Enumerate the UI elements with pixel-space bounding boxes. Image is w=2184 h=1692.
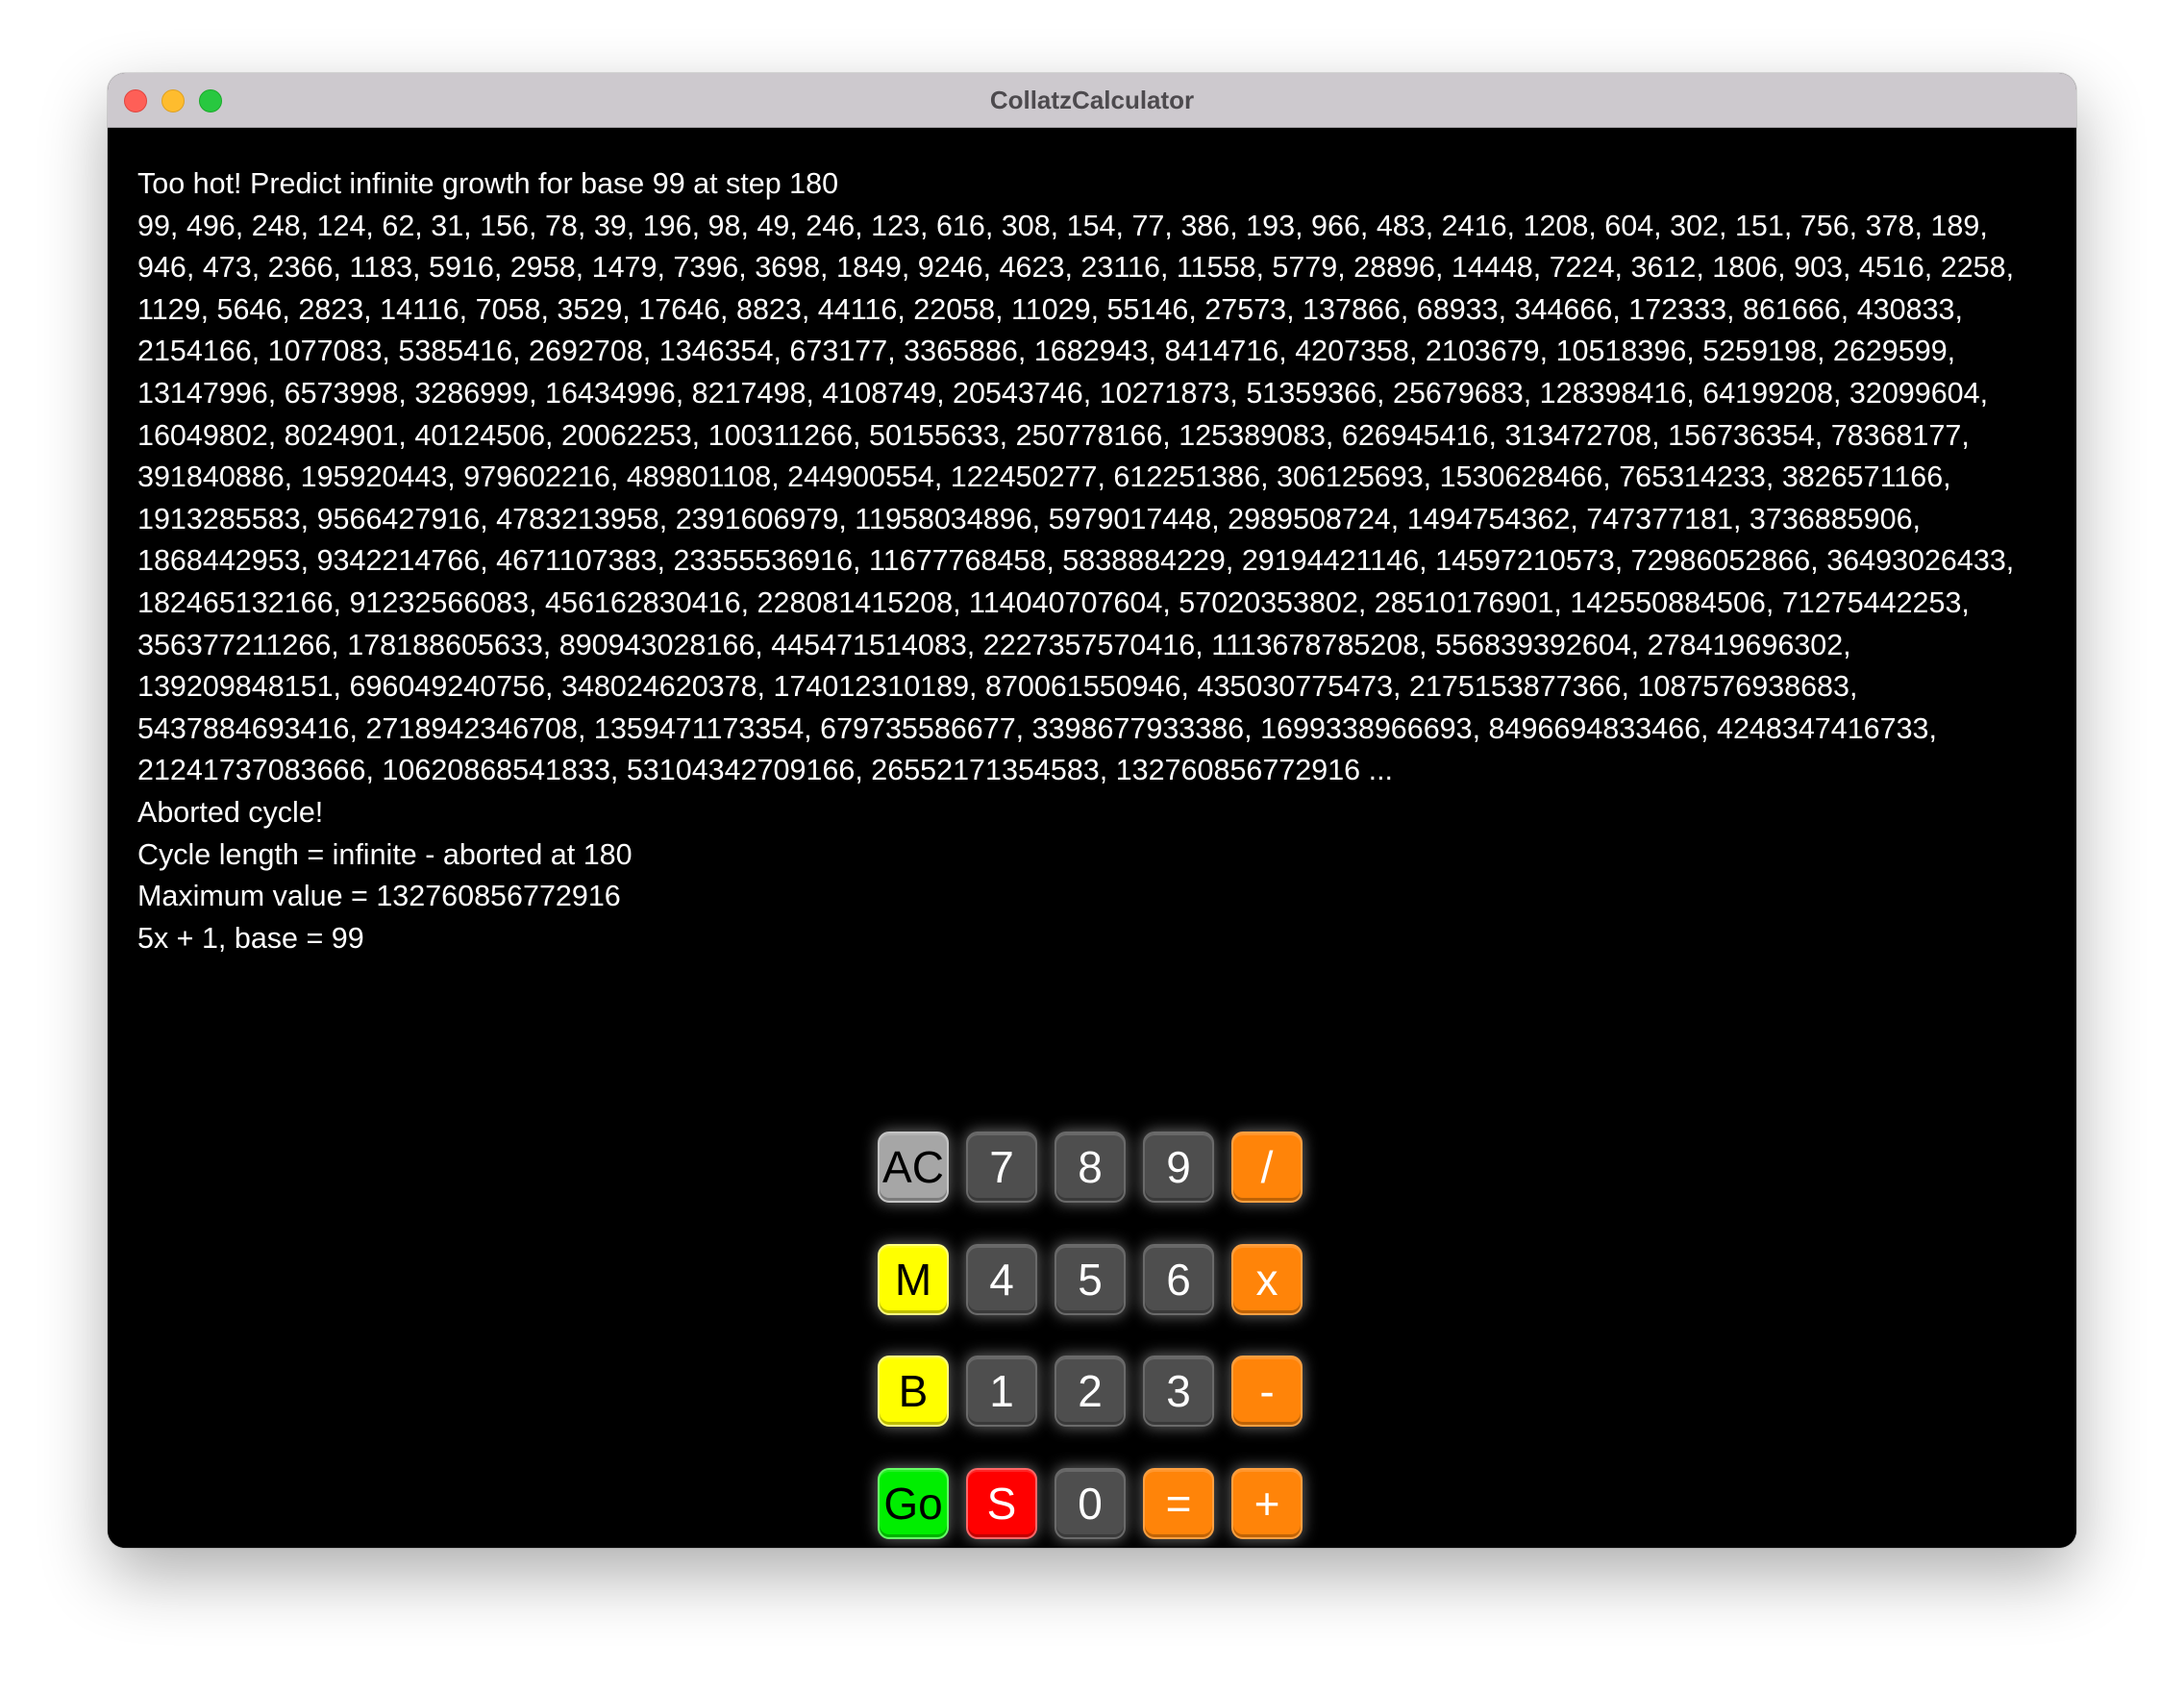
output-text-area: Too hot! Predict infinite growth for bas…: [137, 163, 2050, 959]
output-line: 1913285583, 9566427916, 4783213958, 2391…: [137, 502, 1922, 535]
subtract-button[interactable]: -: [1231, 1356, 1303, 1427]
multiply-button[interactable]: x: [1231, 1244, 1303, 1315]
digit-9-button[interactable]: 9: [1143, 1132, 1214, 1203]
base-button[interactable]: B: [878, 1356, 949, 1427]
output-line: 16049802, 8024901, 40124506, 20062253, 1…: [137, 418, 1970, 452]
digit-5-button[interactable]: 5: [1055, 1244, 1126, 1315]
divide-button[interactable]: /: [1231, 1132, 1303, 1203]
window-title: CollatzCalculator: [989, 86, 1195, 114]
output-line: 99, 496, 248, 124, 62, 31, 156, 78, 39, …: [137, 209, 1988, 242]
output-line: 5437884693416, 2718942346708, 1359471173…: [137, 711, 1937, 745]
digit-6-button[interactable]: 6: [1143, 1244, 1214, 1315]
output-line: 5x + 1, base = 99: [137, 921, 364, 955]
go-button[interactable]: Go: [878, 1468, 949, 1539]
add-button[interactable]: +: [1231, 1468, 1303, 1539]
output-line: Aborted cycle!: [137, 795, 324, 829]
output-line: 1129, 5646, 2823, 14116, 7058, 3529, 176…: [137, 292, 1963, 326]
all-clear-button[interactable]: AC: [878, 1132, 949, 1203]
title-bar[interactable]: CollatzCalculator: [108, 73, 2076, 128]
calculator-content: Too hot! Predict infinite growth for bas…: [108, 128, 2076, 1548]
digit-0-button[interactable]: 0: [1055, 1468, 1126, 1539]
digit-4-button[interactable]: 4: [966, 1244, 1037, 1315]
output-line: 356377211266, 178188605633, 890943028166…: [137, 628, 1851, 661]
output-line: Cycle length = infinite - aborted at 180: [137, 837, 633, 871]
output-line: 946, 473, 2366, 1183, 5916, 2958, 1479, …: [137, 251, 2015, 285]
digit-1-button[interactable]: 1: [966, 1356, 1037, 1427]
output-line: 13147996, 6573998, 3286999, 16434996, 82…: [137, 376, 1989, 410]
digit-8-button[interactable]: 8: [1055, 1132, 1126, 1203]
digit-7-button[interactable]: 7: [966, 1132, 1037, 1203]
equals-button[interactable]: =: [1143, 1468, 1214, 1539]
output-line: 1868442953, 9342214766, 4671107383, 2335…: [137, 544, 2015, 578]
output-line: 391840886, 195920443, 979602216, 4898011…: [137, 460, 1951, 494]
output-line: Maximum value = 132760856772916: [137, 880, 621, 913]
output-line: 2154166, 1077083, 5385416, 2692708, 1346…: [137, 335, 1956, 368]
digit-2-button[interactable]: 2: [1055, 1356, 1126, 1427]
multiplier-button[interactable]: M: [878, 1244, 949, 1315]
output-line: Too hot! Predict infinite growth for bas…: [137, 167, 839, 200]
output-line: 139209848151, 696049240756, 348024620378…: [137, 670, 1858, 704]
stop-button[interactable]: S: [966, 1468, 1037, 1539]
output-line: 21241737083666, 10620868541833, 53104342…: [137, 754, 1394, 787]
app-window: CollatzCalculator Too hot! Predict infin…: [108, 73, 2076, 1548]
output-line: 182465132166, 91232566083, 456162830416,…: [137, 585, 1970, 619]
digit-3-button[interactable]: 3: [1143, 1356, 1214, 1427]
